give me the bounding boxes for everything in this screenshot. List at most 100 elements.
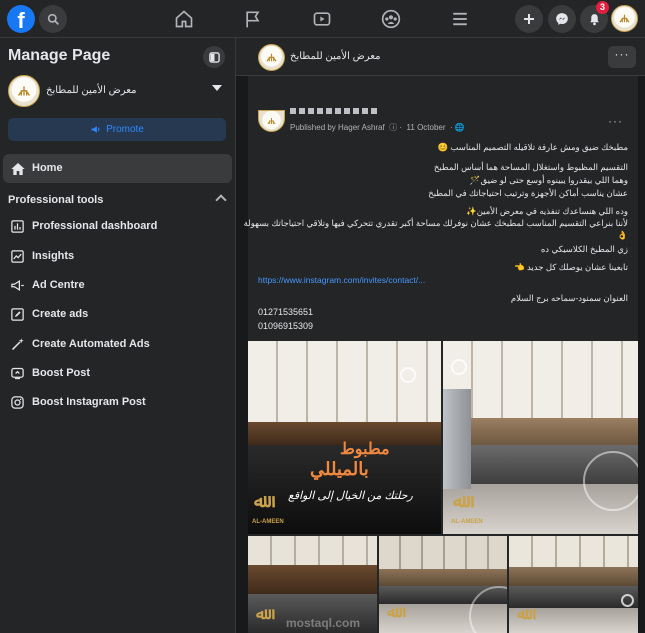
phone-number: 01096915309 <box>258 321 314 331</box>
photo-backsplash <box>379 568 507 587</box>
groups-nav-button[interactable] <box>378 6 404 32</box>
flag-icon <box>246 11 260 28</box>
hamburger-menu-icon <box>453 12 467 26</box>
decorative-ring <box>400 367 416 383</box>
dashboard-icon <box>9 218 26 235</box>
search-button[interactable] <box>39 5 67 33</box>
promote-button[interactable]: Promote <box>8 118 226 141</box>
phone-number: 01271535651 <box>258 307 314 317</box>
post-meta: Published by Hager Ashraf ⓘ · 11 October… <box>290 122 465 133</box>
megaphone-icon <box>9 277 26 294</box>
photo-backsplash <box>509 567 638 587</box>
photo-counter <box>509 586 638 608</box>
sidebar-item-label: Create ads <box>32 308 89 320</box>
sidebar-item-professional-dashboard[interactable]: Professional dashboard <box>3 214 232 240</box>
home-icon <box>175 10 193 28</box>
sidebar-item-label: Insights <box>32 250 75 262</box>
post-text-line: زي المطبخ الكلاسيكي ده <box>540 244 628 254</box>
menu-nav-button[interactable] <box>447 6 473 32</box>
post-text-line: تابعينا عشان يوصلك كل جديد 👈 <box>514 262 628 272</box>
photo-cabinets <box>509 536 638 568</box>
insights-icon <box>9 248 26 265</box>
page-header-name: معرض الأمين للمطابخ <box>290 51 381 62</box>
post-options-button[interactable]: ··· <box>608 114 623 128</box>
brand-name: AL-AMEEN <box>252 519 284 525</box>
published-by-text[interactable]: Published by Hager Ashraf <box>290 123 385 132</box>
more-options-button[interactable]: ··· <box>608 46 636 68</box>
sidebar-item-label: Boost Instagram Post <box>32 396 146 408</box>
page-name: معرض الأمين للمطابخ <box>46 85 137 96</box>
post-text-line: عشان يناسب أماكن الأجهزة وترتيب احتياجات… <box>428 188 628 198</box>
post-photo-2[interactable]: ﷲ AL-AMEEN <box>443 341 638 534</box>
collapse-sidebar-button[interactable] <box>203 46 225 68</box>
page-header-avatar[interactable] <box>258 44 285 71</box>
post-text-line: 👌 <box>617 230 628 240</box>
search-icon <box>47 13 59 25</box>
post-text-line: مطبخك ضيق ومش عارفة تلاقيله التصميم المن… <box>437 142 628 152</box>
sidebar-item-create-ads[interactable]: Create ads <box>3 302 232 328</box>
home-nav-button[interactable] <box>171 6 197 32</box>
al-ameen-logo-icon <box>619 14 630 23</box>
post-text-line: التقسيم المظبوط واستغلال المساحة هما أسا… <box>433 162 628 172</box>
brand-name: AL-AMEEN <box>451 519 483 525</box>
instagram-invite-link[interactable]: https://www.instagram.com/invites/contac… <box>258 275 508 285</box>
home-icon <box>9 160 26 177</box>
sidebar-item-insights[interactable]: Insights <box>3 244 232 270</box>
brand-mark-icon: ﷲ <box>254 491 265 511</box>
create-button[interactable] <box>515 5 543 33</box>
watch-nav-button[interactable] <box>309 6 335 32</box>
overlay-tagline: رحلتك من الخيال إلى الواقع <box>288 490 413 502</box>
account-avatar[interactable] <box>611 5 638 32</box>
sidebar-item-create-automated-ads[interactable]: Create Automated Ads <box>3 332 232 358</box>
post-text-line: وده اللي هنساعدك تنفذيه في معرض الأمين✨ <box>466 206 628 216</box>
brand-mark-icon: ﷲ <box>453 491 464 511</box>
photo-backsplash <box>248 565 377 595</box>
instagram-icon <box>9 394 26 411</box>
brand-mark-icon: ﷲ <box>256 606 266 623</box>
post-header: Published by Hager Ashraf ⓘ · 11 October… <box>248 76 638 138</box>
post-author-avatar[interactable] <box>258 110 285 132</box>
post-photo-5[interactable]: ﷲ <box>509 536 638 633</box>
post-date[interactable]: 11 October <box>407 123 446 132</box>
professional-tools-heading: Professional tools <box>8 194 104 206</box>
video-icon <box>313 12 331 26</box>
post-text-line: وهما اللي بيقدروا يبينوه أوسع حتى لو ضيق… <box>469 175 628 185</box>
brand-mark-icon: ﷲ <box>517 606 527 623</box>
decorative-ring <box>583 451 638 511</box>
megaphone-icon <box>91 126 100 133</box>
post-text-line: لأننا بنراعي التقسيم المناسب لمطبخك عشان… <box>243 218 628 228</box>
photo-floor <box>509 607 638 633</box>
mostaql-watermark: mostaql.com <box>286 616 361 630</box>
plus-icon <box>524 14 534 24</box>
sidebar-item-home[interactable]: Home <box>3 154 232 183</box>
sidebar-item-label: Create Automated Ads <box>32 338 150 350</box>
photo-backsplash <box>443 418 638 446</box>
overlay-title-line2: بالميللي <box>310 459 369 479</box>
promote-label: Promote <box>106 124 144 135</box>
al-ameen-logo-icon <box>17 86 31 96</box>
pages-nav-button[interactable] <box>240 6 266 32</box>
sidebar-toggle-icon <box>208 51 220 63</box>
facebook-logo-icon[interactable]: f <box>7 5 35 33</box>
decorative-ring <box>451 359 467 375</box>
boost-icon <box>9 365 26 382</box>
sidebar-item-boost-instagram-post[interactable]: Boost Instagram Post <box>3 390 232 416</box>
post-card: Published by Hager Ashraf ⓘ · 11 October… <box>243 76 638 633</box>
post-photo-4[interactable]: ﷲ <box>379 536 507 633</box>
sidebar-item-label: Professional dashboard <box>32 220 158 232</box>
messenger-button[interactable] <box>548 5 576 33</box>
post-photo-1[interactable]: مطبوط بالميللي رحلتك من الخيال إلى الواق… <box>248 341 441 534</box>
sidebar-item-boost-post[interactable]: Boost Post <box>3 361 232 387</box>
top-bar: f 3 <box>0 0 645 38</box>
magic-wand-icon <box>9 336 26 353</box>
chevron-up-icon[interactable] <box>215 194 227 206</box>
sidebar-title: Manage Page <box>8 47 111 64</box>
post-author-name-clipped <box>290 108 380 114</box>
page-switcher[interactable]: معرض الأمين للمطابخ <box>8 75 228 109</box>
sidebar-item-ad-centre[interactable]: Ad Centre <box>3 273 232 299</box>
page-header: معرض الأمين للمطابخ ··· <box>236 38 645 76</box>
decorative-ring <box>621 594 634 607</box>
caret-down-icon <box>212 85 222 91</box>
groups-icon <box>381 9 401 29</box>
sidebar-item-label: Home <box>32 162 63 174</box>
